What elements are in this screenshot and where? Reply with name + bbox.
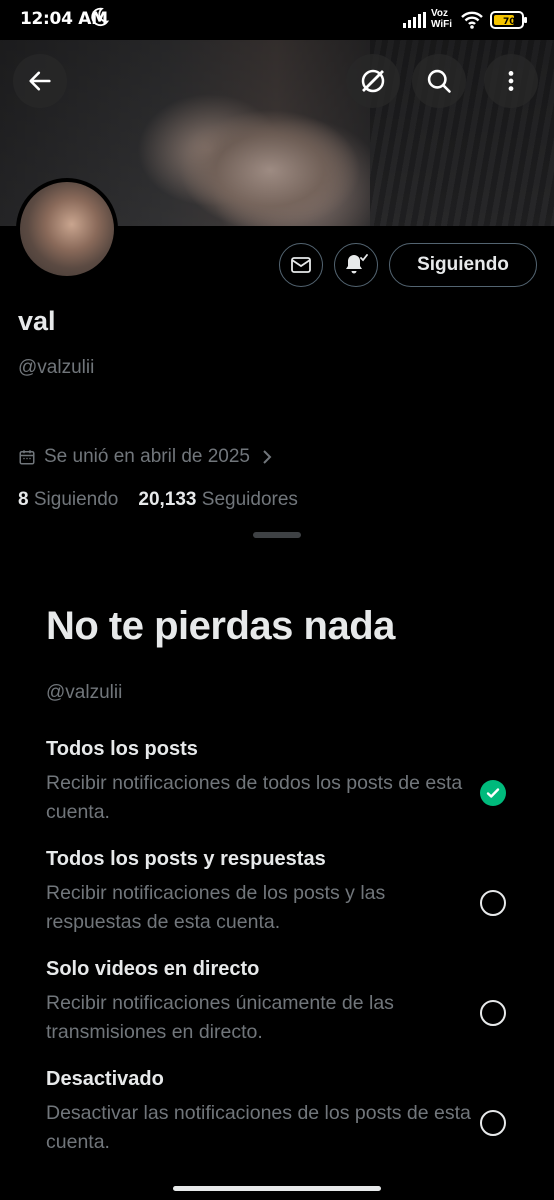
avatar[interactable]	[16, 178, 118, 280]
display-name: val	[18, 306, 56, 336]
sheet-title: No te pierdas nada	[46, 604, 395, 648]
option-description: Recibir notificaciones de los posts y la…	[46, 882, 386, 933]
arrow-left-icon	[29, 71, 51, 91]
option-title: Todos los posts	[46, 738, 198, 760]
battery-icon: 70	[490, 11, 527, 29]
following-label: Siguiendo	[33, 489, 119, 510]
network-label-top: Voz	[431, 8, 449, 19]
option-off[interactable]: Desactivado Desactivar las notificacione…	[46, 1068, 526, 1157]
option-all-posts[interactable]: Todos los posts Recibir notificaciones d…	[46, 738, 526, 827]
follow-stats: 8 Siguiendo 20,133 Seguidores	[18, 489, 298, 511]
option-posts-and-replies[interactable]: Todos los posts y respuestas Recibir not…	[46, 848, 526, 937]
option-description: Recibir notificaciones de todos los post…	[46, 772, 463, 823]
notification-settings-sheet: No te pierdas nada @valzulii Todos los p…	[0, 520, 554, 1200]
moon-icon	[91, 7, 110, 27]
notifications-button[interactable]	[334, 243, 378, 287]
followers-count: 20,133	[138, 489, 197, 510]
more-options-button[interactable]	[484, 54, 538, 108]
joined-text: Se unió en abril de 2025	[44, 446, 250, 467]
home-indicator[interactable]	[173, 1186, 381, 1191]
following-link[interactable]: 8 Siguiendo	[18, 489, 118, 510]
option-title: Todos los posts y respuestas	[46, 848, 326, 870]
calendar-icon	[19, 450, 35, 465]
sheet-handle: @valzulii	[46, 682, 123, 703]
bell-check-icon	[346, 254, 368, 274]
followers-link[interactable]: 20,133 Seguidores	[138, 489, 298, 510]
status-bar: 12:04 AM Voz WiFi 70	[0, 0, 554, 40]
option-radio-selected[interactable]	[480, 780, 506, 806]
grok-button[interactable]	[346, 54, 400, 108]
mail-icon	[291, 257, 311, 273]
option-radio[interactable]	[480, 890, 506, 916]
option-description: Desactivar las notificaciones de los pos…	[46, 1102, 471, 1153]
joined-date[interactable]: Se unió en abril de 2025	[18, 446, 282, 468]
avatar-image	[20, 182, 114, 276]
option-radio[interactable]	[480, 1110, 506, 1136]
grok-icon	[361, 69, 385, 93]
chevron-right-icon	[263, 450, 272, 464]
option-description: Recibir notificaciones únicamente de las…	[46, 992, 394, 1043]
option-radio[interactable]	[480, 1000, 506, 1026]
signal-icon	[403, 12, 426, 28]
network-label-bottom: WiFi	[431, 19, 453, 30]
network-label: Voz WiFi	[431, 8, 452, 30]
search-icon	[427, 69, 451, 93]
profile-handle: @valzulii	[18, 357, 95, 378]
search-button[interactable]	[412, 54, 466, 108]
battery-level: 70	[503, 17, 516, 27]
message-button[interactable]	[279, 243, 323, 287]
following-button[interactable]: Siguiendo	[389, 243, 537, 287]
more-vertical-icon	[508, 71, 514, 91]
followers-label: Seguidores	[201, 489, 298, 510]
following-count: 8	[18, 489, 29, 510]
option-live-videos[interactable]: Solo videos en directo Recibir notificac…	[46, 958, 526, 1047]
option-title: Desactivado	[46, 1068, 164, 1090]
wifi-icon	[461, 11, 483, 29]
sheet-grab-handle[interactable]	[253, 532, 301, 538]
check-icon	[486, 788, 500, 798]
option-title: Solo videos en directo	[46, 958, 260, 980]
back-button[interactable]	[13, 54, 67, 108]
